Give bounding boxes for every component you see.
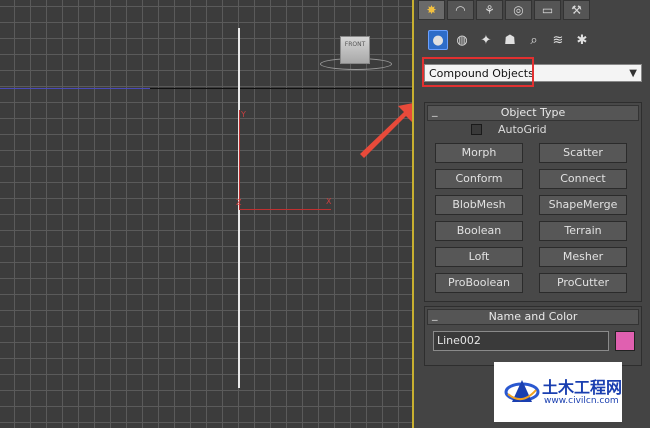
object-name-field[interactable]: Line002	[433, 331, 609, 351]
proboolean-button[interactable]: ProBoolean	[435, 273, 523, 293]
autogrid-option[interactable]: AutoGrid	[471, 123, 547, 136]
annotation-highlight-box	[422, 57, 534, 87]
rollout-collapse-toggle[interactable]: _	[432, 308, 438, 322]
display-icon: ▭	[541, 3, 554, 17]
viewcube[interactable]: FRONT	[318, 32, 392, 72]
site-logo-icon	[504, 380, 540, 402]
world-axis-blue-line	[0, 88, 150, 89]
shapemerge-button[interactable]: ShapeMerge	[539, 195, 627, 215]
helpers-icon[interactable]: ⌕	[524, 30, 544, 50]
connect-button[interactable]: Connect	[539, 169, 627, 189]
modify-icon: ◠	[455, 3, 466, 17]
modify-tab[interactable]: ◠	[447, 0, 474, 20]
display-tab[interactable]: ▭	[534, 0, 561, 20]
morph-button[interactable]: Morph	[435, 143, 523, 163]
motion-icon: ◎	[513, 3, 524, 17]
create-icon: ✸	[426, 3, 437, 17]
cameras-icon[interactable]: ☗	[500, 30, 520, 50]
blobmesh-button[interactable]: BlobMesh	[435, 195, 523, 215]
conform-button[interactable]: Conform	[435, 169, 523, 189]
object-color-swatch[interactable]	[615, 331, 635, 351]
hierarchy-icon: ⚘	[484, 3, 495, 17]
autogrid-label: AutoGrid	[498, 123, 547, 136]
scatter-button[interactable]: Scatter	[539, 143, 627, 163]
object-type-rollout: _ Object Type AutoGrid Morph Scatter Confo…	[424, 102, 642, 302]
watermark-title: 土木工程网	[542, 378, 623, 397]
command-panel-tabs: ✸ ◠ ⚘ ◎ ▭ ⚒	[418, 0, 590, 20]
gizmo-z-label: Z	[236, 198, 242, 207]
name-and-color-rollout-header[interactable]: _ Name and Color	[427, 308, 639, 325]
site-watermark: 土木工程网 www.civilcn.com	[494, 362, 622, 422]
rollout-collapse-toggle[interactable]: _	[432, 104, 438, 118]
boolean-button[interactable]: Boolean	[435, 221, 523, 241]
spacewarps-icon[interactable]: ≋	[548, 30, 568, 50]
geometry-icon[interactable]: ●	[428, 30, 448, 50]
watermark-url: www.civilcn.com	[544, 396, 619, 406]
mesher-button[interactable]: Mesher	[539, 247, 627, 267]
create-tab[interactable]: ✸	[418, 0, 445, 20]
create-category-bar: ● ◍ ✦ ☗ ⌕ ≋ ✱	[428, 30, 592, 50]
viewcube-front-face[interactable]: FRONT	[340, 36, 370, 64]
terrain-button[interactable]: Terrain	[539, 221, 627, 241]
object-type-rollout-header[interactable]: _ Object Type	[427, 104, 639, 121]
systems-icon[interactable]: ✱	[572, 30, 592, 50]
annotation-arrow	[360, 103, 412, 158]
shapes-icon[interactable]: ◍	[452, 30, 472, 50]
utilities-icon: ⚒	[571, 3, 582, 17]
procutter-button[interactable]: ProCutter	[539, 273, 627, 293]
world-axis-horizontal-line	[150, 88, 412, 89]
chevron-down-icon[interactable]: ▼	[629, 65, 637, 83]
name-and-color-title: Name and Color	[488, 310, 578, 323]
hierarchy-tab[interactable]: ⚘	[476, 0, 503, 20]
autogrid-checkbox[interactable]	[471, 124, 482, 135]
loft-button[interactable]: Loft	[435, 247, 523, 267]
gizmo-y-label: Y	[241, 110, 246, 119]
lights-icon[interactable]: ✦	[476, 30, 496, 50]
perspective-viewport[interactable]: Y X Z FRONT	[0, 0, 412, 428]
transform-gizmo-y-axis[interactable]	[239, 110, 240, 210]
name-and-color-rollout: _ Name and Color Line002	[424, 306, 642, 366]
motion-tab[interactable]: ◎	[505, 0, 532, 20]
object-type-title: Object Type	[500, 106, 566, 119]
gizmo-x-label: X	[326, 197, 332, 206]
utilities-tab[interactable]: ⚒	[563, 0, 590, 20]
transform-gizmo-x-axis[interactable]	[239, 209, 331, 210]
